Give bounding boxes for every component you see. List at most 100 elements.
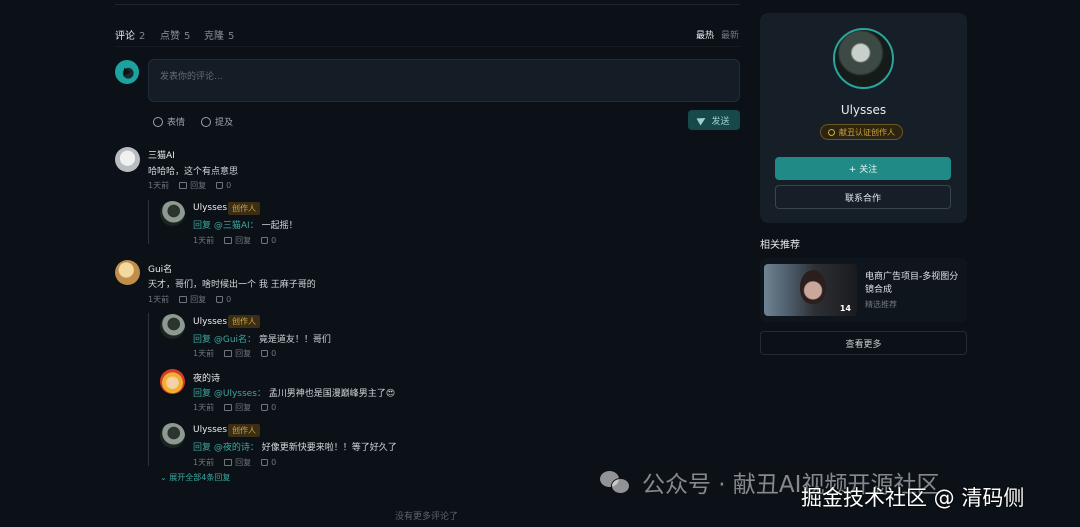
reply-text: 回复 @Ulysses： 孟川男神也是国漫巅峰男主了😍 (193, 386, 395, 399)
reply-text: 回复 @三猫AI： 一起摇！ (193, 218, 298, 231)
reply-button[interactable]: 回复 (224, 402, 251, 413)
reply-icon (179, 296, 188, 303)
like-button[interactable]: 0 (261, 236, 276, 245)
send-icon (697, 114, 708, 126)
thread-line (148, 313, 149, 466)
comment-time: 1天前 (148, 295, 170, 304)
reply-label: 回复 (235, 349, 252, 358)
reply-body: 好像更新快要来啦！！等了好久了 (261, 443, 397, 453)
like-count: 0 (271, 403, 277, 412)
reply-text: 回复 @夜的诗： 好像更新快要来啦！！等了好久了 (193, 440, 397, 453)
expand-label: 展开全部4条回复 (169, 473, 231, 482)
item-count: 14 (839, 304, 851, 313)
emoji-label: 表情 (167, 118, 186, 128)
reply-button[interactable]: 回复 (224, 235, 251, 246)
reply-button[interactable]: 回复 (224, 457, 251, 468)
tab-count: 2 (139, 31, 146, 42)
smile-icon (153, 116, 163, 127)
avatar[interactable] (115, 260, 140, 285)
thread-line (148, 200, 149, 244)
avatar[interactable] (160, 369, 185, 394)
like-count: 0 (226, 181, 232, 190)
comment-text: 哈哈哈，这个有点意思 (148, 167, 239, 177)
comment-input[interactable]: 发表你的评论... (148, 59, 740, 102)
reply-mention[interactable]: 回复 @夜的诗： (193, 443, 259, 453)
comment-text: 天才，哥们，啥时候出一个 我 王麻子哥的 (148, 280, 316, 290)
reply-label: 回复 (235, 403, 252, 412)
reply-author[interactable]: 夜的诗 (193, 371, 220, 384)
divider (115, 46, 740, 47)
avatar[interactable] (160, 314, 185, 339)
reply-meta: 1天前 回复 0 (193, 457, 276, 468)
avatar[interactable] (160, 201, 185, 226)
reply-mention[interactable]: 回复 @三猫AI： (193, 221, 259, 231)
reply-author[interactable]: Ulysses (193, 317, 227, 327)
like-button[interactable]: 0 (216, 295, 231, 304)
related-item[interactable]: 14 电商广告项目-多视图分镜合成 精选推荐 (760, 258, 967, 322)
thumb-up-icon (261, 404, 269, 411)
reply-author[interactable]: Ulysses (193, 425, 227, 435)
related-thumbnail[interactable]: 14 (764, 264, 857, 316)
contact-button[interactable]: 联系合作 (775, 185, 951, 209)
reply-button[interactable]: 回复 (224, 348, 251, 359)
reply-time: 1天前 (193, 458, 215, 467)
tab-label: 点赞 (160, 31, 180, 42)
related-title: 相关推荐 (760, 240, 800, 251)
author-avatar[interactable] (833, 28, 894, 89)
author-name[interactable]: Ulysses (760, 103, 967, 117)
reply-meta: 1天前 回复 0 (193, 235, 276, 246)
tab-count: 5 (184, 31, 191, 42)
like-count: 0 (271, 236, 277, 245)
like-count: 0 (271, 458, 277, 467)
medal-icon (828, 128, 835, 136)
tab-label: 评论 (115, 31, 135, 42)
reply-mention[interactable]: 回复 @Gui名： (193, 335, 256, 345)
avatar[interactable] (160, 423, 185, 448)
reply-button[interactable]: 回复 (179, 180, 206, 191)
wechat-icon (600, 469, 630, 495)
expand-replies-link[interactable]: ⌄ 展开全部4条回复 (160, 472, 230, 483)
reply-meta: 1天前 回复 0 (193, 402, 276, 413)
reply-time: 1天前 (193, 403, 215, 412)
like-button[interactable]: 0 (261, 403, 276, 412)
reply-mention[interactable]: 回复 @Ulysses： (193, 389, 266, 399)
like-button[interactable]: 0 (261, 349, 276, 358)
author-card: Ulysses 献丑认证创作人 + 关注 联系合作 (760, 13, 967, 223)
certified-badge: 献丑认证创作人 (820, 124, 903, 140)
reply-icon (224, 237, 233, 244)
creator-badge: 创作人 (228, 315, 260, 328)
like-button[interactable]: 0 (261, 458, 276, 467)
reply-author[interactable]: Ulysses (193, 203, 227, 213)
emoji-button[interactable]: 表情 (153, 115, 185, 128)
follow-button[interactable]: + 关注 (775, 157, 951, 180)
creator-badge: 创作人 (228, 424, 260, 437)
send-label: 发送 (711, 116, 730, 127)
view-more-button[interactable]: 查看更多 (760, 331, 967, 355)
tab-comments[interactable]: 评论 2 (115, 27, 145, 42)
comment-tabs: 评论 2 点赞 5 克隆 5 (115, 27, 740, 42)
mention-button[interactable]: 提及 (201, 115, 233, 128)
reply-button[interactable]: 回复 (179, 294, 206, 305)
comment-author[interactable]: Gui名 (148, 262, 172, 275)
like-button[interactable]: 0 (216, 181, 231, 190)
reply-icon (224, 459, 233, 466)
tab-clones[interactable]: 克隆 5 (204, 27, 234, 42)
tab-likes[interactable]: 点赞 5 (160, 27, 190, 42)
reply-label: 回复 (190, 295, 207, 304)
reply-body: 孟川男神也是国漫巅峰男主了😍 (268, 389, 396, 399)
mention-label: 提及 (215, 118, 234, 128)
sort-hot[interactable]: 最热 (696, 28, 714, 41)
reply-body: 竟是道友！！哥们 (258, 335, 331, 345)
avatar[interactable] (115, 147, 140, 172)
reply-time: 1天前 (193, 349, 215, 358)
divider (115, 4, 740, 5)
comment-author[interactable]: 三猫AI (148, 148, 175, 161)
thumb-up-icon (261, 350, 269, 357)
thumb-up-icon (216, 296, 224, 303)
chevron-down-icon: ⌄ (160, 473, 170, 482)
reply-label: 回复 (235, 458, 252, 467)
sort-new[interactable]: 最新 (721, 28, 739, 41)
send-button[interactable]: 发送 (688, 110, 740, 130)
reply-body: 一起摇！ (261, 221, 298, 231)
related-item-title[interactable]: 电商广告项目-多视图分镜合成 (865, 271, 965, 297)
